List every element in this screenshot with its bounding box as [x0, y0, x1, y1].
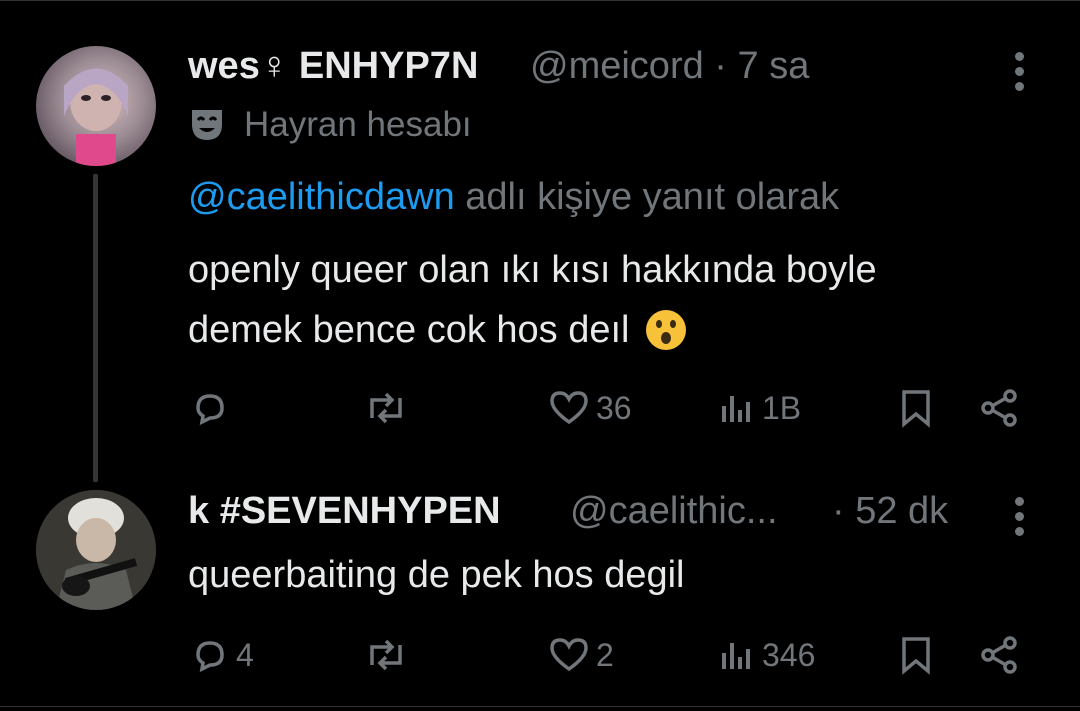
repost-button[interactable]: [362, 635, 416, 675]
share-icon: [981, 636, 1017, 674]
like-button[interactable]: 2: [548, 635, 614, 675]
like-count: 2: [596, 636, 614, 673]
repost-icon: [370, 392, 402, 424]
share-button[interactable]: [978, 388, 1022, 428]
tweet-text: openly queer olan ıkı kısı hakkında boyl…: [188, 240, 877, 360]
like-count: 36: [596, 389, 632, 426]
reply-bubble-icon: [196, 394, 224, 426]
like-button[interactable]: 36: [548, 388, 632, 428]
badge-label: Hayran hesabı: [244, 105, 472, 144]
analytics-bars-icon: [722, 396, 750, 422]
repost-icon: [370, 639, 402, 671]
repost-button[interactable]: [362, 388, 416, 428]
replying-to: @caelithicdawn adlı kişiye yanıt olarak: [188, 176, 839, 219]
face-open-mouth-emoji: [645, 310, 686, 350]
top-divider: [0, 0, 1080, 1]
bookmark-button[interactable]: [898, 388, 934, 428]
views-button[interactable]: 346: [718, 635, 815, 675]
reply-button[interactable]: 4: [190, 635, 254, 675]
bookmark-icon: [902, 390, 930, 428]
view-count: 346: [762, 636, 816, 673]
handle-and-time[interactable]: @meicord · 7 sa: [530, 45, 809, 88]
timestamp[interactable]: · 52 dk: [832, 490, 948, 533]
theater-mask-icon: [192, 110, 222, 140]
fan-account-badge: Hayran hesabı: [188, 105, 472, 145]
reply-button[interactable]: [190, 388, 236, 428]
share-icon: [981, 389, 1017, 427]
views-button[interactable]: 1B: [718, 388, 801, 428]
bottom-divider: [0, 706, 1080, 707]
tweet-text-line: openly queer olan ıkı kısı hakkında boyl…: [188, 249, 877, 291]
heart-icon: [550, 391, 588, 425]
reply-bubble-icon: [196, 641, 224, 673]
heart-icon: [550, 638, 588, 672]
tweet-text: queerbaiting de pek hos degil: [188, 554, 685, 596]
reply-suffix: adlı kişiye yanıt olarak: [454, 176, 840, 218]
avatar[interactable]: [36, 46, 156, 166]
handle[interactable]: @caelithic...: [570, 490, 778, 533]
avatar[interactable]: [36, 490, 156, 610]
bookmark-button[interactable]: [898, 635, 934, 675]
thread-connector: [93, 174, 98, 482]
reply-mention-link[interactable]: @caelithicdawn: [188, 176, 455, 218]
analytics-bars-icon: [722, 643, 750, 669]
tweet-text-line: demek bence cok hos deıl: [188, 300, 877, 360]
view-count: 1B: [762, 389, 802, 426]
reply-count: 4: [236, 636, 254, 673]
share-button[interactable]: [978, 635, 1022, 675]
more-vertical-icon[interactable]: [1015, 497, 1025, 542]
bookmark-icon: [902, 637, 930, 675]
display-name[interactable]: k #SEVENHYPEN: [188, 490, 501, 533]
more-vertical-icon[interactable]: [1015, 52, 1025, 97]
display-name[interactable]: wes♀ ENHYP7N: [188, 45, 478, 88]
